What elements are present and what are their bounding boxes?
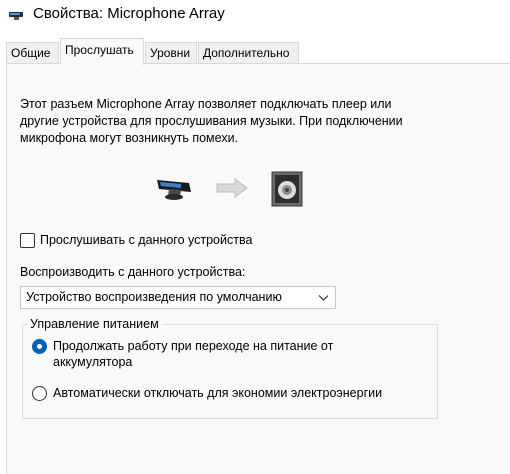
listen-checkbox-label[interactable]: Прослушивать с данного устройства bbox=[40, 233, 252, 247]
microphone-array-icon bbox=[157, 180, 191, 200]
radio-auto-disable-label[interactable]: Автоматически отключать для экономии эле… bbox=[53, 385, 383, 401]
chevron-down-icon bbox=[318, 295, 329, 301]
playback-device-value: Устройство воспроизведения по умолчанию bbox=[26, 290, 282, 304]
playback-device-label: Воспроизводить с данного устройства: bbox=[20, 265, 246, 279]
power-option-auto-disable[interactable]: Автоматически отключать для экономии эле… bbox=[32, 385, 383, 401]
tab-advanced[interactable]: Дополнительно bbox=[198, 42, 299, 64]
listen-description: Этот разъем Microphone Array позволяет п… bbox=[20, 97, 403, 145]
tab-levels[interactable]: Уровни bbox=[145, 42, 197, 64]
window-title: Свойства: Microphone Array bbox=[33, 5, 225, 22]
tab-strip: Общие Прослушать Уровни Дополнительно bbox=[0, 36, 510, 65]
speaker-icon bbox=[271, 171, 303, 207]
title-bar: Свойства: Microphone Array bbox=[0, 0, 510, 30]
arrow-right-icon bbox=[216, 178, 248, 198]
radio-continue-label[interactable]: Продолжать работу при переходе на питани… bbox=[53, 338, 383, 370]
tab-general[interactable]: Общие bbox=[6, 42, 59, 64]
tab-listen[interactable]: Прослушать bbox=[60, 38, 144, 65]
playback-device-select[interactable]: Устройство воспроизведения по умолчанию bbox=[20, 286, 336, 309]
microphone-array-icon bbox=[9, 12, 23, 20]
radio-auto-disable[interactable] bbox=[32, 386, 47, 401]
radio-continue-on-battery[interactable] bbox=[32, 339, 47, 354]
listen-checkbox[interactable] bbox=[20, 232, 35, 248]
power-option-continue[interactable]: Продолжать работу при переходе на питани… bbox=[32, 338, 383, 370]
listen-illustration bbox=[157, 171, 303, 207]
listen-checkbox-row[interactable]: Прослушивать с данного устройства bbox=[20, 231, 252, 249]
power-management-legend: Управление питанием bbox=[28, 317, 163, 332]
